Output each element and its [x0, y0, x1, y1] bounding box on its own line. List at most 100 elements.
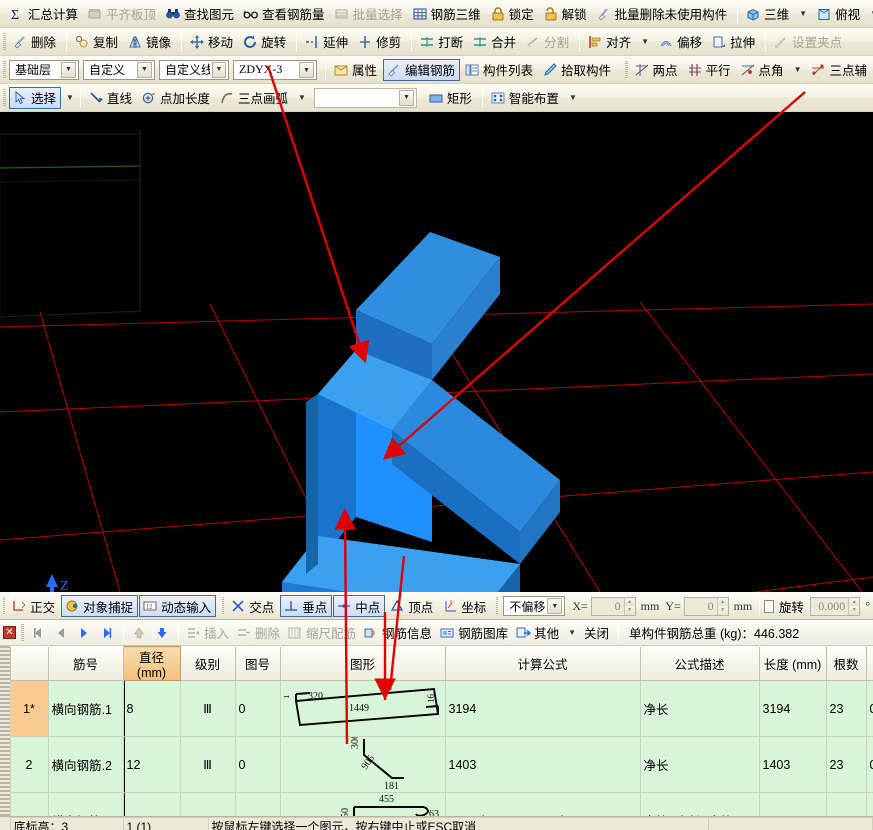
- toolbar-button-top-view[interactable]: 俯视: [813, 3, 865, 25]
- toolbar-button-batch-delete-unused[interactable]: 批量删除未使用构件: [593, 3, 733, 25]
- toolbar-button-point-length[interactable]: 点加长度: [138, 87, 215, 109]
- row-formula-cell[interactable]: 3194: [445, 681, 640, 737]
- chevron-down-icon[interactable]: ▼: [569, 93, 577, 102]
- row-diameter-cell[interactable]: 8: [123, 681, 180, 737]
- status-button-coordinate[interactable]: x 坐标: [439, 595, 491, 617]
- status-button-intersection[interactable]: 交点: [227, 595, 279, 617]
- chevron-down-icon[interactable]: ▼: [799, 9, 807, 18]
- chevron-down-icon[interactable]: ▼: [137, 62, 152, 78]
- toolbar-button-summary-calc[interactable]: Σ 汇总计算: [6, 3, 83, 25]
- toolbar-button-select[interactable]: 选择: [9, 87, 61, 109]
- rebar-scale-button[interactable]: 缩尺配筋: [285, 622, 361, 644]
- table-left-scroll-strip[interactable]: [0, 646, 10, 830]
- toolbar-button-component-list[interactable]: 构件列表: [461, 59, 538, 81]
- chevron-down-icon[interactable]: ▼: [299, 62, 314, 78]
- table-header-formula[interactable]: 计算公式: [445, 647, 640, 681]
- statusbar-grip[interactable]: [496, 597, 498, 615]
- chevron-down-icon[interactable]: ▼: [212, 62, 226, 78]
- toolbar-button-edit-rebar[interactable]: 编辑钢筋: [383, 59, 460, 81]
- y-coord-input[interactable]: 0 ▲▼: [684, 597, 729, 616]
- toolbar-button-copy[interactable]: 复制: [71, 31, 123, 53]
- toolbar-button-point-angle[interactable]: 点角: [737, 59, 789, 81]
- row-shape-no-cell[interactable]: 0: [235, 737, 280, 793]
- status-button-ortho[interactable]: 正交: [8, 595, 60, 617]
- toolbar-grip[interactable]: [625, 61, 628, 79]
- combo-component-name[interactable]: ZDYX-3 ▼: [233, 60, 317, 80]
- chevron-down-icon[interactable]: ▼: [61, 62, 76, 78]
- toolbar-button-rebar-3d[interactable]: 钢筋三维: [409, 3, 486, 25]
- toolbar-button-split[interactable]: 分割: [522, 31, 574, 53]
- row-count-cell[interactable]: 23: [826, 681, 866, 737]
- row-formula-cell[interactable]: 1403: [445, 737, 640, 793]
- status-button-object-snap[interactable]: 对象捕捉: [61, 595, 138, 617]
- chevron-down-icon[interactable]: ▼: [641, 37, 649, 46]
- toolbar-button-move[interactable]: 移动: [186, 31, 238, 53]
- row-extra-cell[interactable]: 0: [866, 737, 873, 793]
- table-header-grade[interactable]: 级别: [180, 647, 235, 681]
- row-grade-cell[interactable]: Ⅲ: [180, 681, 235, 737]
- y-spinner[interactable]: ▲▼: [717, 598, 728, 615]
- toolbar-button-align[interactable]: 对齐: [584, 31, 636, 53]
- toolbar-button-rectangle[interactable]: 矩形: [425, 87, 477, 109]
- chevron-down-icon[interactable]: ▼: [399, 90, 414, 106]
- status-button-vertex[interactable]: 顶点: [386, 595, 438, 617]
- row-extra-cell[interactable]: 0: [866, 681, 873, 737]
- x-coord-input[interactable]: 0 ▲▼: [591, 597, 636, 616]
- rotate-input[interactable]: 0.000 ▲▼: [810, 597, 860, 616]
- toolbar-button-extend[interactable]: 延伸: [301, 31, 353, 53]
- table-header-description[interactable]: 公式描述: [640, 647, 759, 681]
- chevron-down-icon[interactable]: ▼: [568, 628, 576, 637]
- table-header-count[interactable]: 根数: [826, 647, 866, 681]
- statusbar-grip[interactable]: [3, 597, 5, 615]
- statusbar-grip[interactable]: [222, 597, 224, 615]
- toolbar-grip[interactable]: [3, 61, 6, 79]
- row-index-cell[interactable]: 1*: [10, 681, 48, 737]
- toolbar-grip[interactable]: [3, 89, 6, 107]
- 3d-viewport[interactable]: Z X Y: [0, 112, 873, 592]
- row-diameter-cell[interactable]: 12: [123, 737, 180, 793]
- toolbar-button-find-element[interactable]: 查找图元: [162, 3, 239, 25]
- row-shape-cell[interactable]: 306 905 181: [280, 737, 445, 793]
- chevron-down-icon[interactable]: ▼: [298, 93, 306, 102]
- table-header-index[interactable]: [10, 647, 48, 681]
- toolbar-button-delete[interactable]: 删除: [9, 31, 61, 53]
- row-rebar-name-cell[interactable]: 横向钢筋.2: [48, 737, 123, 793]
- combo-draw-option[interactable]: ▼: [314, 88, 417, 108]
- table-header-length[interactable]: 长度 (mm): [759, 647, 826, 681]
- row-shape-no-cell[interactable]: 0: [235, 681, 280, 737]
- nav-prev-button[interactable]: [50, 623, 72, 643]
- table-header-extra[interactable]: [866, 647, 873, 681]
- nav-first-button[interactable]: [27, 623, 49, 643]
- rebar-info-button[interactable]: 钢筋信息: [361, 622, 437, 644]
- toolbar-button-two-point[interactable]: 两点: [631, 59, 683, 81]
- move-down-button[interactable]: [151, 623, 173, 643]
- rebar-delete-button[interactable]: 删除: [234, 622, 285, 644]
- table-header-rebar-no[interactable]: 筋号: [48, 647, 123, 681]
- status-button-dynamic-input[interactable]: 12 动态输入: [139, 595, 216, 617]
- rebar-other-button[interactable]: 其他: [513, 622, 564, 644]
- row-rebar-name-cell[interactable]: 横向钢筋.1: [48, 681, 123, 737]
- table-row[interactable]: 2 横向钢筋.2 12 Ⅲ 0 306 905 181: [0, 737, 873, 793]
- rotate-spinner[interactable]: ▲▼: [848, 598, 859, 615]
- table-row[interactable]: 1* 横向钢筋.1 8 Ⅲ 0 320 1: [0, 681, 873, 737]
- rebar-toolbar-grip[interactable]: [21, 624, 24, 642]
- toolbar-grip[interactable]: [3, 33, 6, 51]
- chevron-down-icon[interactable]: ▼: [794, 65, 802, 74]
- toolbar-button-stretch[interactable]: 拉伸: [708, 31, 760, 53]
- table-header-diameter[interactable]: 直径 (mm): [123, 647, 180, 681]
- toolbar-button-trim[interactable]: 修剪: [354, 31, 406, 53]
- row-shape-cell[interactable]: 320 1 1449 16: [280, 681, 445, 737]
- toolbar-button-rotate[interactable]: 旋转: [239, 31, 291, 53]
- rebar-library-button[interactable]: 钢筋图库: [437, 622, 513, 644]
- row-length-cell[interactable]: 3194: [759, 681, 826, 737]
- toolbar-button-merge[interactable]: 合并: [469, 31, 521, 53]
- row-grade-cell[interactable]: Ⅲ: [180, 737, 235, 793]
- toolbar-button-set-grip-point[interactable]: 设置夹点: [770, 31, 847, 53]
- toolbar-button-unlock[interactable]: 解锁: [540, 3, 592, 25]
- nav-next-button[interactable]: [73, 623, 95, 643]
- row-length-cell[interactable]: 1403: [759, 737, 826, 793]
- toolbar-button-pick-component[interactable]: 拾取构件: [539, 59, 616, 81]
- combo-component-type[interactable]: 自定义线 ▼: [159, 60, 229, 80]
- rebar-close-button[interactable]: 关闭: [582, 622, 614, 644]
- chevron-down-icon[interactable]: ▼: [547, 598, 562, 614]
